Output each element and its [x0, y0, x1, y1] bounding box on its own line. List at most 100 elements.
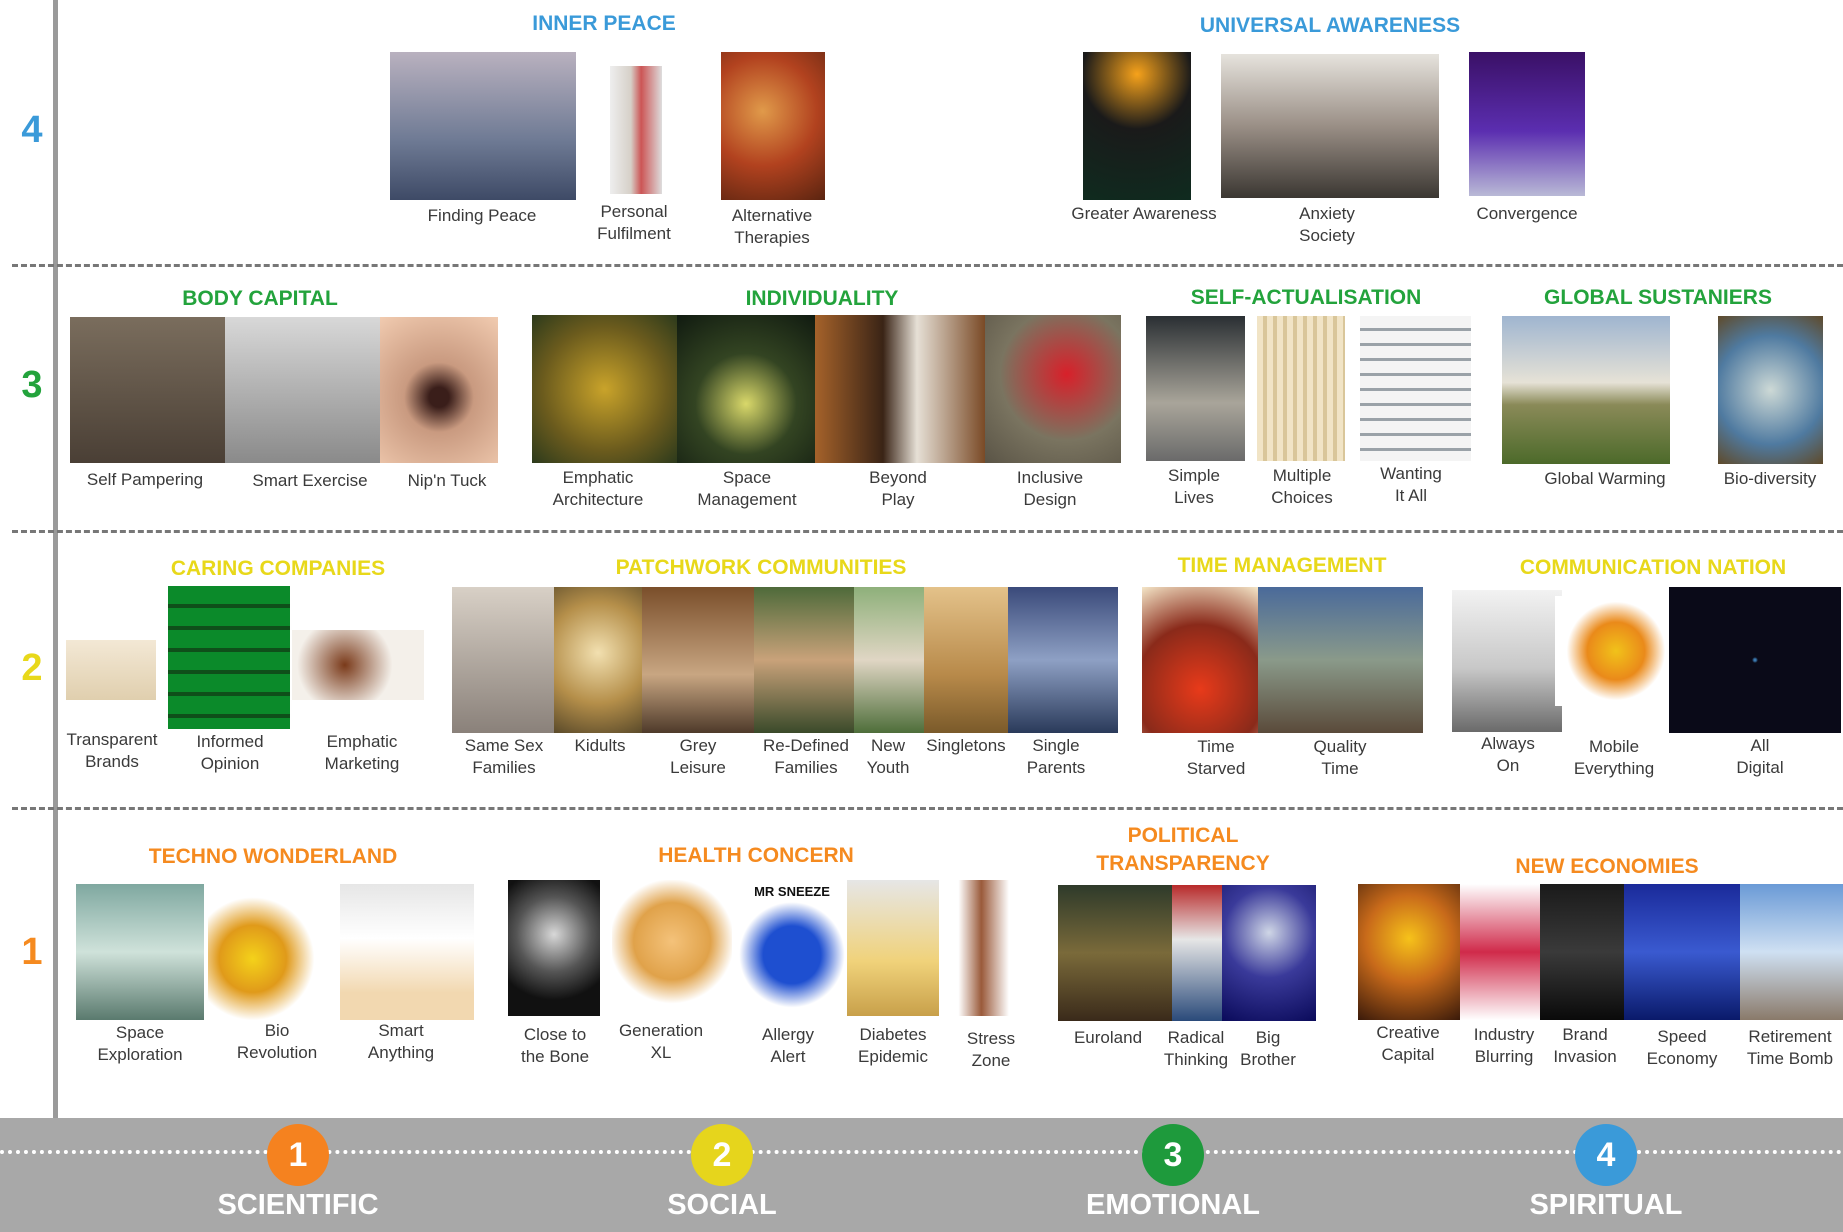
- trend-label: Emphatic Architecture: [552, 468, 644, 509]
- trend-label: Smart Anything: [367, 1021, 435, 1062]
- category-label: SPIRITUAL: [1529, 1189, 1683, 1221]
- syringe-image: [847, 880, 939, 1016]
- trend-label: Emphatic Marketing: [324, 732, 400, 773]
- binocular-viewer-image: [1222, 885, 1316, 1021]
- trend-label: Global Warming: [1544, 469, 1666, 488]
- hand-device-image: [340, 884, 474, 1020]
- section-title: CARING COMPANIES: [170, 557, 386, 580]
- soap-bar-image: [66, 640, 156, 700]
- couple-photo-image: [452, 587, 554, 733]
- section-title: INDIVIDUALITY: [745, 287, 899, 310]
- red-chair-image: [985, 315, 1121, 463]
- trend-label: Self Pampering: [86, 470, 204, 489]
- gas-mask-crowd-image: [1221, 54, 1439, 198]
- trend-label: Finding Peace: [427, 206, 537, 225]
- butterfly-collage-image: [1718, 316, 1823, 464]
- section-title: NEW ECONOMIES: [1515, 855, 1699, 878]
- elderly-couple-image: [642, 587, 754, 733]
- section-title: PATCHWORK COMMUNITIES: [615, 556, 907, 579]
- trend-label: Greater Awareness: [1071, 204, 1217, 223]
- section-title: BODY CAPITAL: [182, 287, 338, 310]
- trend-label: Beyond Play: [869, 468, 927, 509]
- family-group-image: [754, 587, 854, 733]
- hand-xray-image: [508, 880, 600, 1016]
- trend-label: Mobile Everything: [1573, 737, 1655, 778]
- level-divider: [12, 807, 1843, 810]
- computer-room-image: [1452, 590, 1562, 732]
- trend-label: Space Exploration: [97, 1023, 183, 1064]
- trend-label: Alternative Therapies: [731, 206, 813, 247]
- praying-monks-image: [721, 52, 825, 200]
- red-dining-hall-image: [1142, 587, 1258, 733]
- logo-collage-image: [1460, 884, 1540, 1020]
- magazine-collage-image: [1172, 885, 1222, 1021]
- section-title: UNIVERSAL AWARENESS: [1199, 14, 1461, 37]
- trend-label: Convergence: [1476, 204, 1578, 223]
- wooden-cabin-image: [1258, 587, 1423, 733]
- category-number-badge: 2: [691, 1124, 753, 1186]
- level-label-2: 2: [21, 647, 43, 689]
- trend-label: Single Parents: [1026, 736, 1086, 777]
- level-divider: [12, 530, 1843, 533]
- green-seats-image: [168, 586, 290, 729]
- level-label-1: 1: [21, 931, 43, 973]
- category-number-badge: 1: [267, 1124, 329, 1186]
- blue-pier-image: [1624, 884, 1740, 1020]
- trend-label: Inclusive Design: [1016, 468, 1084, 509]
- lit-house-image: [677, 315, 815, 463]
- lake-at-dusk-image: [390, 52, 576, 200]
- category-number-badge: 4: [1575, 1124, 1637, 1186]
- teapot-set-image: [292, 630, 424, 700]
- dark-storefront-image: [1540, 884, 1624, 1020]
- doll-image: [612, 880, 732, 1016]
- person-in-room-image: [924, 587, 1008, 733]
- image-caption: MR SNEEZE: [754, 884, 830, 899]
- pub-crowd-image: [1058, 885, 1172, 1021]
- kids-on-sofa-image: [1008, 587, 1118, 733]
- trend-label: All Digital: [1736, 736, 1784, 777]
- face-closeup-image: [380, 317, 498, 463]
- trend-label: Quality Time: [1313, 737, 1367, 778]
- trend-label: Wanting It All: [1380, 464, 1442, 505]
- astronaut-image: [76, 884, 204, 1020]
- trend-label: Smart Exercise: [252, 471, 368, 490]
- plant-poster-image: [1083, 52, 1191, 200]
- blonde-girl-image: [554, 587, 642, 733]
- children-playing-image: [815, 315, 985, 463]
- level-label-4: 4: [21, 109, 43, 151]
- coffee-cups-image: [1257, 316, 1345, 461]
- apple-halves-image: [208, 884, 336, 1020]
- mobile-device-image: [1555, 596, 1677, 706]
- category-label: SOCIAL: [667, 1189, 777, 1221]
- huts-in-field-image: [1502, 316, 1670, 464]
- section-title: COMMUNICATION NATION: [1519, 556, 1787, 579]
- golden-hall-image: [1358, 884, 1460, 1020]
- level-label-3: 3: [21, 364, 43, 406]
- gymnasts-image: [225, 317, 380, 463]
- trend-label: Anxiety Society: [1299, 204, 1355, 245]
- section-title: TECHNO WONDERLAND: [148, 845, 398, 868]
- trend-label: Nip'n Tuck: [407, 471, 487, 490]
- boy-outdoors-image: [854, 587, 924, 733]
- spray-can-image: [610, 66, 662, 194]
- couple-on-deck-image: [1740, 884, 1843, 1020]
- trend-label: Bio-diversity: [1723, 469, 1817, 488]
- spiky-building-image: [532, 315, 677, 463]
- section-title: GLOBAL SUSTANIERS: [1544, 286, 1772, 309]
- category-label: EMOTIONAL: [1086, 1189, 1260, 1221]
- trend-label: Big Brother: [1240, 1028, 1296, 1069]
- category-label: SCIENTIFIC: [217, 1189, 379, 1221]
- mr-sneeze-book-image: MR SNEEZE: [732, 880, 852, 1016]
- trend-label: Retirement Time Bomb: [1746, 1027, 1834, 1068]
- trend-label: Space Management: [697, 468, 797, 509]
- level-divider: [12, 264, 1843, 267]
- trend-label: Personal Fulfilment: [597, 202, 671, 243]
- screen-wall-image: [1669, 587, 1841, 733]
- section-title: INNER PEACE: [532, 12, 676, 35]
- foot-on-scale-image: [940, 880, 1032, 1016]
- purple-screen-image: [1469, 52, 1585, 196]
- category-number-badge: 3: [1142, 1124, 1204, 1186]
- stone-doorway-image: [1146, 316, 1245, 461]
- shelving-image: [1360, 316, 1471, 461]
- family-tent-image: [70, 317, 225, 463]
